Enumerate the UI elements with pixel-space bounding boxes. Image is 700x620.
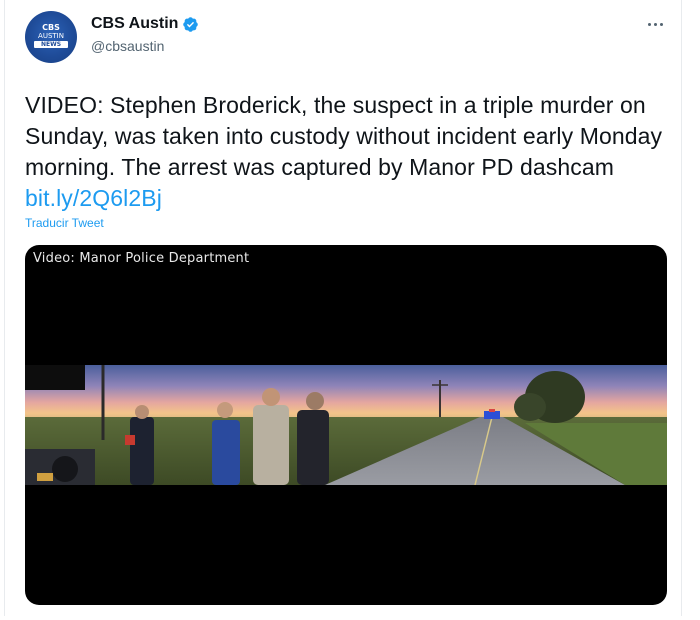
more-options-button[interactable] bbox=[641, 12, 669, 36]
tweet-text: VIDEO: Stephen Broderick, the suspect in… bbox=[25, 90, 675, 214]
tweet-card: CBS AUSTIN NEWS CBS Austin @cbsaustin VI… bbox=[4, 0, 682, 616]
cbs-austin-logo: CBS AUSTIN NEWS bbox=[34, 23, 68, 48]
tweet-body: VIDEO: Stephen Broderick, the suspect in… bbox=[25, 92, 663, 180]
avatar-line-2: AUSTIN bbox=[38, 32, 64, 40]
more-horizontal-icon-dot bbox=[653, 22, 657, 26]
tweet-link[interactable]: bit.ly/2Q6l2Bj bbox=[25, 185, 162, 211]
verified-badge-icon bbox=[183, 16, 199, 32]
dashcam-scene bbox=[25, 365, 667, 485]
avatar-line-3: NEWS bbox=[34, 41, 68, 48]
display-name-link[interactable]: CBS Austin bbox=[91, 14, 199, 34]
video-frame bbox=[25, 365, 667, 485]
account-info: CBS Austin @cbsaustin bbox=[91, 14, 199, 56]
video-player[interactable]: Video: Manor Police Department bbox=[25, 245, 667, 605]
avatar-line-1: CBS bbox=[42, 23, 60, 32]
avatar[interactable]: CBS AUSTIN NEWS bbox=[25, 11, 77, 63]
video-caption: Video: Manor Police Department bbox=[33, 251, 250, 266]
translate-tweet-link[interactable]: Traducir Tweet bbox=[25, 216, 104, 230]
more-horizontal-icon-dot bbox=[659, 22, 663, 26]
account-handle[interactable]: @cbsaustin bbox=[91, 36, 199, 56]
more-horizontal-icon bbox=[647, 22, 651, 26]
display-name: CBS Austin bbox=[91, 15, 179, 32]
